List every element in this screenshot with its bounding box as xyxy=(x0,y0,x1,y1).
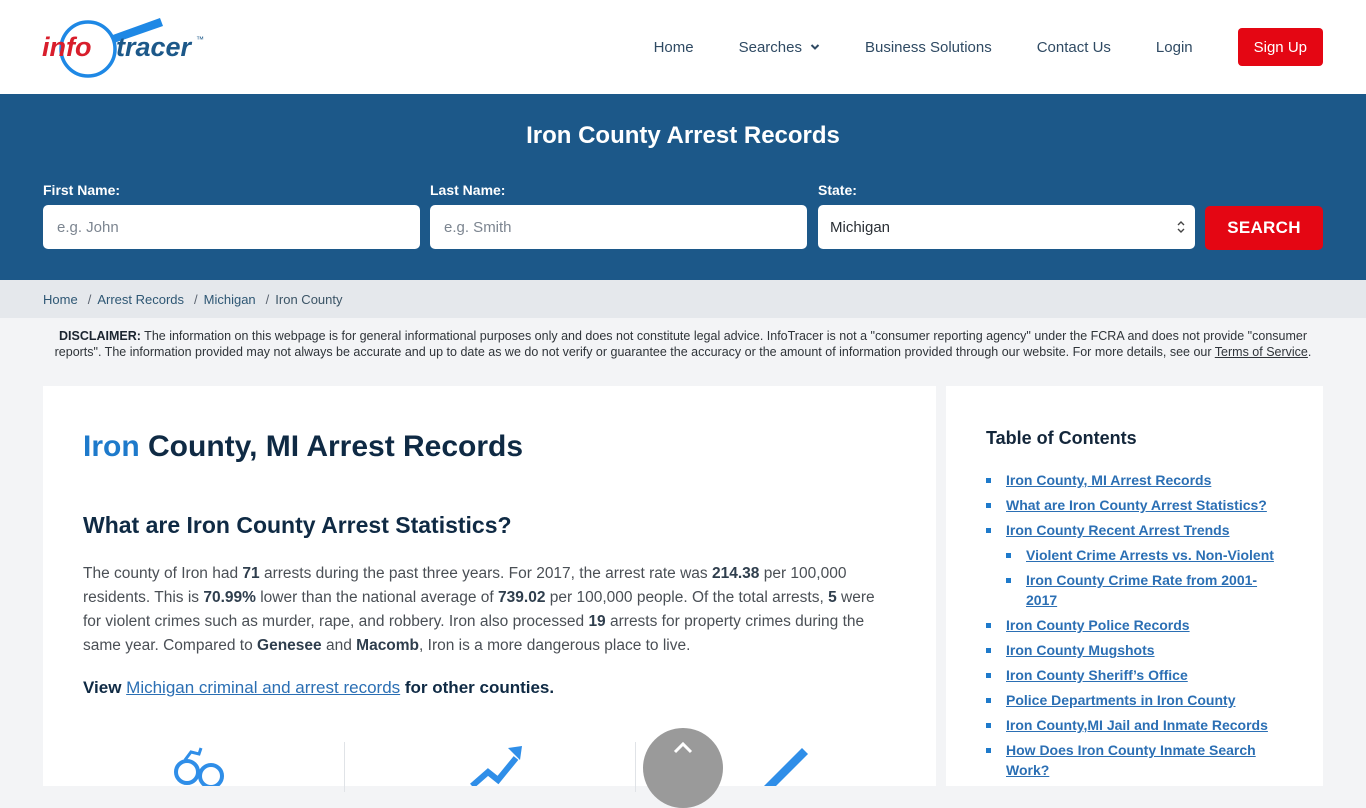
stats-paragraph: The county of Iron had 71 arrests during… xyxy=(83,562,893,658)
logo-info-text: info xyxy=(42,32,91,62)
nav-searches-label: Searches xyxy=(738,38,802,56)
nav-searches[interactable]: Searches xyxy=(739,39,820,56)
disclaimer: DISCLAIMER: The information on this webp… xyxy=(0,318,1366,386)
breadcrumb-michigan[interactable]: Michigan xyxy=(204,292,256,307)
state-label: State: xyxy=(818,182,857,198)
text: , Iron is a more dangerous place to live… xyxy=(419,637,691,654)
table-of-contents: Table of Contents Iron County, MI Arrest… xyxy=(946,386,1323,786)
breadcrumb-separator: / xyxy=(87,291,92,307)
property-arrests: 19 xyxy=(588,613,606,630)
divider xyxy=(635,742,636,792)
toc-list: Iron County, MI Arrest Records What are I… xyxy=(986,470,1286,785)
infotracer-logo[interactable]: info tracer ™ xyxy=(40,12,210,82)
search-banner: Iron County Arrest Records First Name: e… xyxy=(0,94,1366,280)
breadcrumb-separator: / xyxy=(265,291,270,307)
logo-tracer-text: tracer xyxy=(116,32,193,62)
disclaimer-label: DISCLAIMER: xyxy=(58,329,141,343)
baton-icon xyxy=(764,748,808,786)
text: per 100,000 people. Of the total arrests… xyxy=(545,589,829,606)
last-name-label: Last Name: xyxy=(430,182,506,198)
toc-item: Iron County, MI Arrest Records xyxy=(986,470,1286,490)
text: arrests during the past three years. For… xyxy=(259,565,712,582)
toc-item: Iron County Recent Arrest Trends xyxy=(986,520,1286,540)
terms-of-service-link[interactable]: Terms of Service xyxy=(1215,345,1308,359)
toc-link[interactable]: Iron County Mugshots xyxy=(1006,642,1155,658)
toc-link[interactable]: Iron County Police Records xyxy=(1006,617,1190,633)
toc-link[interactable]: Violent Crime Arrests vs. Non-Violent xyxy=(1026,547,1274,563)
state-select[interactable]: Michigan xyxy=(818,205,1195,249)
arrest-rate: 214.38 xyxy=(711,565,760,582)
stat-icons-row xyxy=(43,726,936,792)
total-arrests: 71 xyxy=(242,565,260,582)
title-rest: County, MI Arrest Records xyxy=(139,430,524,463)
last-name-field: Last Name: e.g. Smith xyxy=(430,182,807,249)
compare-county-1: Genesee xyxy=(257,637,322,654)
handcuffs-icon xyxy=(174,747,224,786)
toc-item: Violent Crime Arrests vs. Non-Violent xyxy=(1006,545,1286,565)
last-name-input[interactable]: e.g. Smith xyxy=(430,205,807,249)
state-select-value: Michigan xyxy=(830,218,891,236)
toc-item: Police Departments in Iron County xyxy=(986,690,1286,710)
toc-item: What are Iron County Arrest Statistics? xyxy=(986,495,1286,515)
view-other-counties: View Michigan criminal and arrest record… xyxy=(83,678,554,698)
breadcrumb-separator: / xyxy=(194,291,198,307)
toc-link[interactable]: Police Departments in Iron County xyxy=(1006,692,1235,708)
first-name-input[interactable]: e.g. John xyxy=(43,205,420,249)
breadcrumb: Home / Arrest Records / Michigan / Iron … xyxy=(0,280,1366,318)
main-nav: Home Searches Business Solutions Contact… xyxy=(654,28,1323,66)
disclaimer-end: . xyxy=(1307,345,1312,359)
banner-title: Iron County Arrest Records xyxy=(526,122,840,149)
percent-lower: 70.99% xyxy=(203,589,256,606)
divider xyxy=(344,742,345,792)
select-updown-icon xyxy=(1177,220,1185,234)
first-name-field: First Name: e.g. John xyxy=(43,182,420,249)
stats-heading: What are Iron County Arrest Statistics? xyxy=(83,512,512,538)
nav-contact-us[interactable]: Contact Us xyxy=(1037,39,1111,56)
toc-item: Iron County Police Records xyxy=(986,615,1286,635)
article-card: Iron County, MI Arrest Records What are … xyxy=(43,386,936,792)
state-field: State: Michigan xyxy=(818,182,1195,249)
disclaimer-text: The information on this webpage is for g… xyxy=(54,329,1307,359)
toc-item: Iron County Mugshots xyxy=(986,640,1286,660)
first-name-label: First Name: xyxy=(43,182,121,198)
text: for other counties. xyxy=(400,678,555,697)
search-button[interactable]: SEARCH xyxy=(1205,206,1323,250)
national-average: 739.02 xyxy=(498,589,546,606)
scroll-to-top-button[interactable] xyxy=(643,728,723,808)
article-title: Iron County, MI Arrest Records xyxy=(83,430,523,464)
toc-link[interactable]: What are Iron County Arrest Statistics? xyxy=(1006,497,1267,513)
text: lower than the national average of xyxy=(255,589,499,606)
toc-link[interactable]: Iron County,MI Jail and Inmate Records xyxy=(1006,717,1268,733)
nav-business-solutions[interactable]: Business Solutions xyxy=(865,39,992,56)
toc-item: Iron County Crime Rate from 2001-2017 xyxy=(1006,570,1286,610)
toc-item: Iron County Sheriff’s Office xyxy=(986,665,1286,685)
signup-button[interactable]: Sign Up xyxy=(1237,28,1323,66)
breadcrumb-current: Iron County xyxy=(275,291,343,307)
chevron-up-icon xyxy=(673,741,693,754)
title-highlight: Iron xyxy=(83,430,140,463)
toc-link[interactable]: Iron County, MI Arrest Records xyxy=(1006,472,1211,488)
breadcrumb-arrest-records[interactable]: Arrest Records xyxy=(97,292,184,307)
michigan-records-link[interactable]: Michigan criminal and arrest records xyxy=(126,678,400,697)
logo-tm: ™ xyxy=(196,35,204,44)
compare-county-2: Macomb xyxy=(356,637,420,654)
toc-item: How Does Iron County Inmate Search Work? xyxy=(986,740,1286,780)
nav-home[interactable]: Home xyxy=(654,39,694,56)
toc-link[interactable]: Iron County Sheriff’s Office xyxy=(1006,667,1188,683)
toc-item: Iron County,MI Jail and Inmate Records xyxy=(986,715,1286,735)
toc-link[interactable]: How Does Iron County Inmate Search Work? xyxy=(1006,742,1256,778)
site-header: info tracer ™ Home Searches Business Sol… xyxy=(0,0,1366,94)
chevron-down-icon xyxy=(810,44,820,50)
text: View xyxy=(83,678,127,697)
nav-login[interactable]: Login xyxy=(1156,39,1193,56)
toc-title: Table of Contents xyxy=(986,428,1137,448)
toc-link[interactable]: Iron County Recent Arrest Trends xyxy=(1006,522,1230,538)
violent-arrests: 5 xyxy=(828,589,837,606)
text: The county of Iron had xyxy=(83,565,243,582)
breadcrumb-home[interactable]: Home xyxy=(43,292,78,307)
text: and xyxy=(321,637,357,654)
toc-link[interactable]: Iron County Crime Rate from 2001-2017 xyxy=(1026,572,1257,608)
trend-up-arrow-icon xyxy=(470,746,522,786)
